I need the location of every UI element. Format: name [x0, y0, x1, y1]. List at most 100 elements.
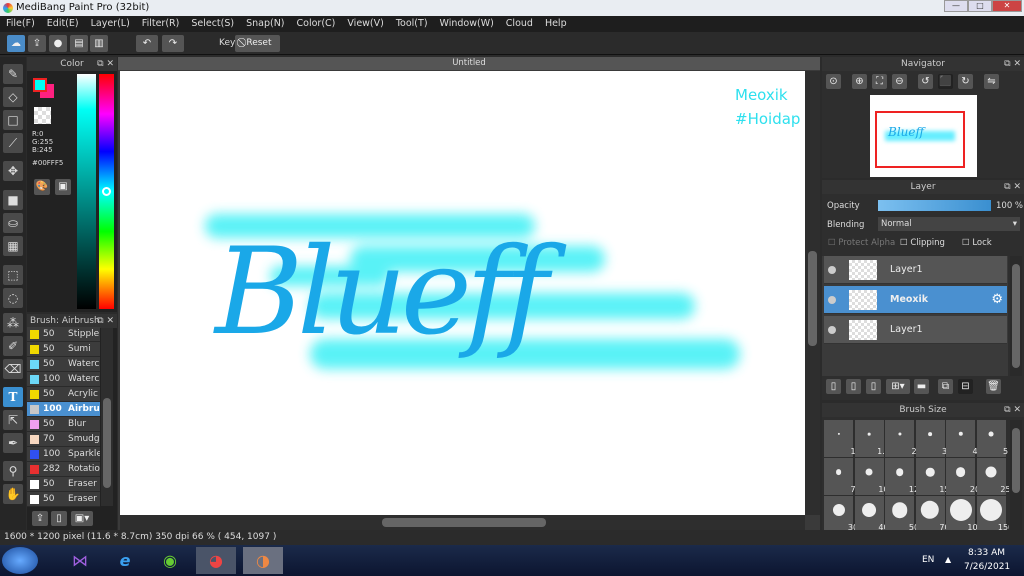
rotate-left-icon[interactable]: ↺ — [918, 74, 933, 89]
menu-item[interactable]: Edit(E) — [47, 16, 79, 32]
visual-studio-icon[interactable]: ⋈ — [60, 547, 100, 574]
menu-item[interactable]: File(F) — [6, 16, 35, 32]
zoom-actual-icon[interactable]: ⊙ — [826, 74, 841, 89]
brush-size-option[interactable]: 100 — [946, 496, 983, 530]
fit-icon[interactable]: ⛶ — [872, 74, 887, 89]
brush-size-option[interactable]: 7 — [824, 458, 856, 495]
brush-size-option[interactable]: 70 — [915, 496, 950, 530]
brush-item[interactable]: 50 Blur — [27, 417, 100, 432]
reset-button[interactable]: ⃠ Reset — [235, 35, 280, 52]
panel-close-icon[interactable]: ⧉ ✕ — [97, 57, 114, 71]
brush-item[interactable]: 50 Sumi — [27, 342, 100, 357]
gear-icon[interactable]: ⚙ — [991, 292, 1003, 307]
message-icon[interactable]: ▤ — [70, 35, 88, 52]
brush-size-option[interactable]: 20 — [946, 458, 980, 495]
brush-size-option[interactable]: 10 — [854, 458, 889, 495]
hand-tool-icon[interactable]: ✋ — [3, 484, 23, 504]
share-icon[interactable]: ⇪ — [28, 35, 46, 52]
rotate-right-icon[interactable]: ↻ — [958, 74, 973, 89]
duplicate-layer-icon[interactable]: ⧉ — [938, 379, 953, 394]
brush-size-option[interactable]: 1.5 — [854, 420, 890, 457]
move-tool-icon[interactable]: ✥ — [3, 161, 23, 181]
brush-size-option[interactable]: 30 — [824, 496, 858, 530]
brush-size-option[interactable]: 5 — [976, 420, 1008, 457]
panel-close-icon[interactable]: ⧉ ✕ — [1004, 180, 1021, 194]
close-button[interactable]: ✕ — [992, 0, 1022, 12]
internet-explorer-icon[interactable]: e — [105, 547, 145, 574]
brush-item[interactable]: 100 Waterc — [27, 372, 100, 387]
brush-size-option[interactable]: 12 — [885, 458, 919, 495]
tray-arrow-icon[interactable]: ▲ — [945, 555, 951, 564]
visibility-toggle[interactable] — [828, 326, 836, 334]
select-eraser-tool-icon[interactable]: ⌫ — [3, 359, 23, 379]
visibility-toggle[interactable] — [828, 266, 836, 274]
menu-item[interactable]: View(V) — [347, 16, 383, 32]
magic-wand-tool-icon[interactable]: ⁂ — [3, 313, 23, 333]
menu-item[interactable]: Snap(N) — [246, 16, 284, 32]
comment-icon[interactable]: ● — [49, 35, 67, 52]
palette-icon[interactable]: 🎨 — [34, 179, 50, 195]
brush-size-option[interactable]: 150 — [976, 496, 1009, 530]
brush-size-option[interactable]: 25 — [976, 458, 1009, 495]
eyedropper-tool-icon[interactable]: ⚲ — [3, 461, 23, 481]
cloud-icon[interactable]: ☁ — [7, 35, 25, 52]
start-button[interactable] — [2, 547, 38, 574]
hue-handle[interactable] — [102, 187, 111, 196]
brush-size-option[interactable]: 2 — [885, 420, 917, 457]
zoom-out-icon[interactable]: ⊖ — [892, 74, 907, 89]
layer-row[interactable]: Meoxik ⚙ — [824, 286, 1007, 314]
menu-item[interactable]: Filter(R) — [142, 16, 180, 32]
undo-button[interactable]: ↶ — [136, 35, 158, 52]
operation-tool-icon[interactable]: ⇱ — [3, 410, 23, 430]
new-brush-icon[interactable]: ▯ — [51, 511, 67, 526]
menu-item[interactable]: Layer(L) — [91, 16, 130, 32]
select-pen-tool-icon[interactable]: ✐ — [3, 336, 23, 356]
blending-select[interactable]: Normal ▾ — [878, 217, 1020, 231]
menu-item[interactable]: Tool(T) — [396, 16, 428, 32]
canvas-horizontal-scrollbar[interactable] — [120, 515, 805, 530]
clock-date[interactable]: 7/26/2021 — [964, 562, 1010, 572]
layer-list-scrollbar[interactable] — [1010, 256, 1022, 376]
select-rect-tool-icon[interactable]: ⬚ — [3, 265, 23, 285]
menu-item[interactable]: Cloud — [506, 16, 533, 32]
brush-item[interactable]: 50 Waterc — [27, 357, 100, 372]
reset-rotation-icon[interactable]: ⬛ — [938, 74, 953, 89]
delete-layer-icon[interactable]: 🗑 — [986, 379, 1001, 394]
zoom-in-icon[interactable]: ⊕ — [852, 74, 867, 89]
vector-tool-icon[interactable]: ⟋ — [3, 133, 23, 153]
opacity-slider[interactable] — [878, 200, 991, 211]
brush-size-option[interactable]: 3 — [915, 420, 947, 457]
lock-checkbox[interactable]: ☐ Lock — [962, 238, 992, 248]
brush-size-option[interactable]: 1 — [824, 420, 856, 457]
primary-color-swatch[interactable] — [33, 78, 47, 92]
canvas-vertical-scrollbar[interactable] — [805, 71, 820, 515]
dropper-pen-tool-icon[interactable]: ✒ — [3, 433, 23, 453]
layer-row[interactable]: Layer1 — [824, 316, 1007, 344]
new-layer-1bit-icon[interactable]: ▯ — [866, 379, 881, 394]
clock-time[interactable]: 8:33 AM — [968, 548, 1005, 558]
folder-icon[interactable]: ▬ — [914, 379, 929, 394]
brush-item[interactable]: 50 Eraser — [27, 492, 100, 507]
brush-size-option[interactable]: 40 — [854, 496, 889, 530]
menu-item[interactable]: Color(C) — [297, 16, 336, 32]
panel-close-icon[interactable]: ⧉ ✕ — [97, 314, 114, 328]
transparent-color-swatch[interactable] — [34, 107, 51, 124]
flip-icon[interactable]: ⇋ — [984, 74, 999, 89]
brush-item[interactable]: 100 Sparkle — [27, 447, 100, 462]
panel-close-icon[interactable]: ⧉ ✕ — [1004, 57, 1021, 71]
coccoc-browser-icon[interactable]: ◉ — [150, 547, 190, 574]
brush-size-option[interactable]: 50 — [885, 496, 919, 530]
menu-item[interactable]: Select(S) — [191, 16, 234, 32]
dot-tool-icon[interactable]: □ — [3, 110, 23, 130]
brush-size-scrollbar[interactable] — [1010, 420, 1022, 530]
navigator-preview[interactable]: Blueff — [870, 95, 977, 177]
brush-item[interactable]: 50 Eraser ( — [27, 477, 100, 492]
minimize-button[interactable]: — — [944, 0, 968, 12]
text-tool-icon[interactable]: T — [3, 387, 23, 407]
brush-size-option[interactable]: 15 — [915, 458, 950, 495]
new-layer-icon[interactable]: ▯ — [826, 379, 841, 394]
new-layer-8bit-icon[interactable]: ▯ — [846, 379, 861, 394]
medibang-taskbar-icon[interactable]: ◑ — [243, 547, 283, 574]
redo-button[interactable]: ↷ — [162, 35, 184, 52]
eraser-tool-icon[interactable]: ◇ — [3, 87, 23, 107]
